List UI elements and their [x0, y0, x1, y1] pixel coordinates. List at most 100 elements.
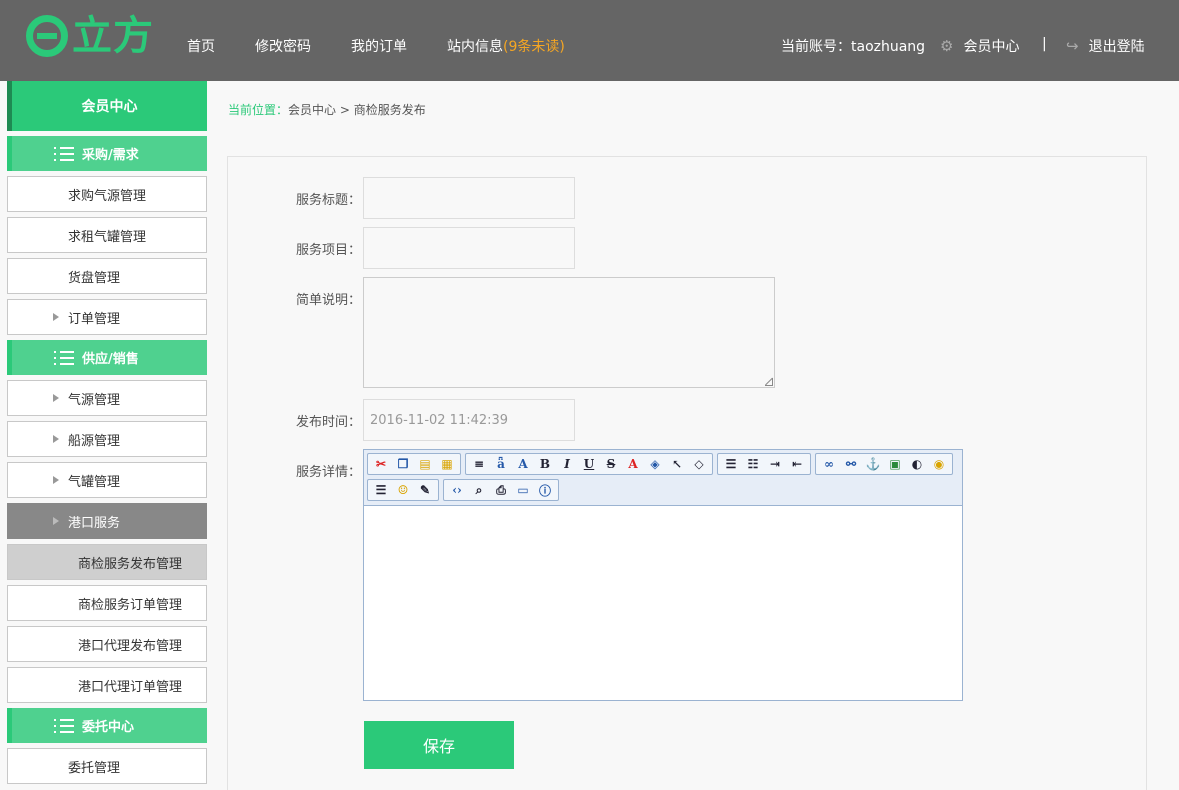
logout-link[interactable]: ↪ 退出登陆 — [1066, 36, 1145, 56]
paste-icon[interactable]: ▤ — [414, 454, 436, 474]
resize-handle[interactable] — [765, 378, 773, 386]
outdent-icon[interactable]: ⇤ — [786, 454, 808, 474]
fullscreen-icon[interactable]: ▭ — [512, 480, 534, 500]
description-textarea[interactable] — [363, 277, 775, 388]
edit-icon[interactable]: ✎ — [414, 480, 436, 500]
about-icon[interactable]: ⓘ — [534, 480, 556, 500]
header-divider: | — [1042, 36, 1047, 52]
save-button[interactable]: 保存 — [364, 721, 514, 769]
sidebar-item-ship-source[interactable]: 船源管理 — [7, 421, 207, 457]
list-icon[interactable]: ☷ — [742, 454, 764, 474]
strikethrough-icon[interactable]: S — [600, 454, 622, 474]
italic-icon[interactable]: I — [556, 454, 578, 474]
sidebar-item-tank-rent[interactable]: 求租气罐管理 — [7, 217, 207, 253]
sidebar-group-supply[interactable]: 供应/销售 — [7, 340, 207, 375]
line-height-icon[interactable]: ≡ — [468, 454, 490, 474]
logo-text: 立方 — [72, 13, 154, 59]
paste-text-icon[interactable]: ▦ — [436, 454, 458, 474]
nav-home[interactable]: 首页 — [187, 36, 215, 56]
sidebar-item-entrust[interactable]: 委托管理 — [7, 748, 207, 784]
breadcrumb-lead: 当前位置： — [228, 103, 289, 117]
sidebar-subitem-agent-publish[interactable]: 港口代理发布管理 — [7, 626, 207, 662]
cut-icon[interactable]: ✂ — [370, 454, 392, 474]
main-nav: 首页 修改密码 我的订单 站内信息(9条未读) — [187, 36, 605, 56]
toolbar-group-insert: ∞ ⚯ ⚓ ▣ ◐ ◉ — [815, 453, 953, 475]
eraser-icon[interactable]: ◇ — [688, 454, 710, 474]
gear-icon: ⚙ — [940, 37, 954, 55]
account-info: 当前账号：taozhuang — [781, 36, 925, 56]
preview-icon[interactable]: ⌕ — [468, 480, 490, 500]
member-center-label: 会员中心 — [963, 39, 1020, 55]
member-center-link[interactable]: ⚙ 会员中心 — [940, 36, 1019, 56]
link-icon[interactable]: ∞ — [818, 454, 840, 474]
service-item-input[interactable] — [363, 227, 575, 269]
underline-icon[interactable]: U — [578, 454, 600, 474]
spellcheck-icon[interactable]: ǟ — [490, 454, 512, 474]
media-icon[interactable]: ◉ — [928, 454, 950, 474]
unread-badge: (9条未读) — [503, 39, 565, 55]
sidebar-group-label: 委托中心 — [82, 720, 135, 735]
sidebar-group-label: 供应/销售 — [82, 352, 139, 367]
sidebar-item-tank[interactable]: 气罐管理 — [7, 462, 207, 498]
toolbar-row-1: ✂ ❐ ▤ ▦ ≡ ǟ A B I U S A ◈ ↖ ◇ ☰ ☷ ⇥ ⇤ ∞ … — [367, 453, 959, 477]
sidebar-item-cargo[interactable]: 货盘管理 — [7, 258, 207, 294]
editor-toolbar: ✂ ❐ ▤ ▦ ≡ ǟ A B I U S A ◈ ↖ ◇ ☰ ☷ ⇥ ⇤ ∞ … — [364, 450, 962, 506]
hr-icon[interactable]: ☰ — [370, 480, 392, 500]
menu-list-icon — [54, 718, 74, 733]
copy-icon[interactable]: ❐ — [392, 454, 414, 474]
description-label: 简单说明： — [295, 293, 361, 308]
bg-color-icon[interactable]: ◈ — [644, 454, 666, 474]
unlink-icon[interactable]: ⚯ — [840, 454, 862, 474]
sidebar-item-orders[interactable]: 订单管理 — [7, 299, 207, 335]
image-icon[interactable]: ▣ — [884, 454, 906, 474]
sidebar-group-entrust[interactable]: 委托中心 — [7, 708, 207, 743]
rich-text-editor: ✂ ❐ ▤ ▦ ≡ ǟ A B I U S A ◈ ↖ ◇ ☰ ☷ ⇥ ⇤ ∞ … — [363, 449, 963, 701]
sidebar-subitem-inspection-publish[interactable]: 商检服务发布管理 — [7, 544, 207, 580]
toolbar-group-clipboard: ✂ ❐ ▤ ▦ — [367, 453, 461, 475]
top-header: 立方 首页 修改密码 我的订单 站内信息(9条未读) 当前账号：taozhuan… — [0, 0, 1179, 81]
toolbar-group-extras: ☰ ☺ ✎ — [367, 479, 439, 501]
sidebar-item-gas-purchase[interactable]: 求购气源管理 — [7, 176, 207, 212]
select-icon[interactable]: ↖ — [666, 454, 688, 474]
breadcrumb-path: 会员中心 > 商检服务发布 — [288, 103, 426, 117]
service-title-label: 服务标题： — [295, 193, 361, 208]
nav-change-password[interactable]: 修改密码 — [255, 36, 311, 56]
service-title-input[interactable] — [363, 177, 575, 219]
indent-icon[interactable]: ⇥ — [764, 454, 786, 474]
toolbar-row-2: ☰ ☺ ✎ ‹› ⌕ ⎙ ▭ ⓘ — [367, 479, 959, 503]
service-item-label: 服务项目： — [295, 243, 361, 258]
publish-time-input[interactable]: 2016-11-02 11:42:39 — [363, 399, 575, 441]
bold-icon[interactable]: B — [534, 454, 556, 474]
sidebar-group-purchase[interactable]: 采购/需求 — [7, 136, 207, 171]
menu-list-icon — [54, 146, 74, 161]
editor-content-area[interactable] — [364, 506, 962, 700]
sidebar-title[interactable]: 会员中心 — [7, 81, 207, 131]
toolbar-group-paragraph: ☰ ☷ ⇥ ⇤ — [717, 453, 811, 475]
sidebar-subitem-inspection-orders[interactable]: 商检服务订单管理 — [7, 585, 207, 621]
sidebar-group-label: 采购/需求 — [82, 148, 139, 163]
breadcrumb: 当前位置：会员中心 > 商检服务发布 — [228, 101, 426, 118]
flash-icon[interactable]: ◐ — [906, 454, 928, 474]
nav-messages[interactable]: 站内信息(9条未读) — [447, 36, 565, 56]
logo[interactable]: 立方 — [26, 12, 154, 60]
menu-list-icon — [54, 350, 74, 365]
service-detail-label: 服务详情： — [295, 465, 361, 480]
font-color-icon[interactable]: A — [622, 454, 644, 474]
logo-e-mark — [26, 15, 68, 57]
nav-my-orders[interactable]: 我的订单 — [351, 36, 407, 56]
share-arrow-icon: ↪ — [1066, 37, 1079, 55]
emoticon-icon[interactable]: ☺ — [392, 480, 414, 500]
anchor-icon[interactable]: ⚓ — [862, 454, 884, 474]
publish-time-label: 发布时间： — [295, 415, 361, 430]
sidebar-subitem-agent-orders[interactable]: 港口代理订单管理 — [7, 667, 207, 703]
toolbar-group-format: ≡ ǟ A B I U S A ◈ ↖ ◇ — [465, 453, 713, 475]
align-icon[interactable]: ☰ — [720, 454, 742, 474]
account-name: taozhuang — [851, 39, 926, 55]
sidebar-item-port-service[interactable]: 港口服务 — [7, 503, 207, 539]
print-icon[interactable]: ⎙ — [490, 480, 512, 500]
source-icon[interactable]: ‹› — [446, 480, 468, 500]
toolbar-group-view: ‹› ⌕ ⎙ ▭ ⓘ — [443, 479, 559, 501]
sidebar: 会员中心 采购/需求 求购气源管理 求租气罐管理 货盘管理 订单管理 供应/销售… — [7, 81, 207, 784]
font-size-icon[interactable]: A — [512, 454, 534, 474]
sidebar-item-gas-source[interactable]: 气源管理 — [7, 380, 207, 416]
